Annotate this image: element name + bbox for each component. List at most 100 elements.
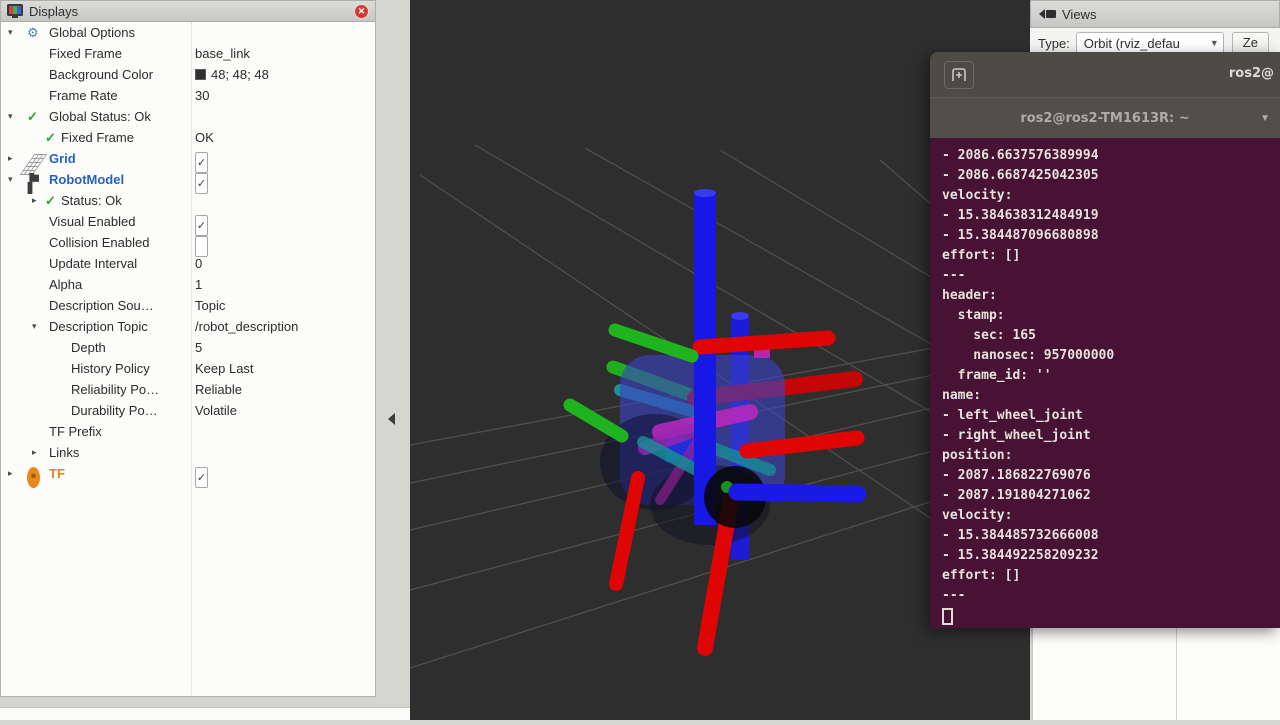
tree-row[interactable]: ▸TF✓ <box>1 463 375 484</box>
terminal-line: - 2086.6637576389994 <box>942 146 1280 166</box>
property-value[interactable]: OK <box>195 127 214 148</box>
tree-row[interactable]: ▾Description Topic/robot_description <box>1 316 375 337</box>
tree-row[interactable]: ▾ ✓ Global Status: Ok <box>1 106 375 127</box>
displays-tree: ▾⚙Global OptionsFixed Framebase_linkBack… <box>0 22 376 697</box>
views-panel-title: Views <box>1062 7 1096 22</box>
terminal-line: effort: [] <box>942 246 1280 266</box>
expand-arrow-icon[interactable]: ▾ <box>8 169 13 190</box>
property-value[interactable]: Reliable <box>195 379 242 400</box>
terminal-window[interactable]: ros2@ ros2@ros2-TM1613R: ~ ▼ - 2086.6637… <box>930 52 1280 628</box>
property-label: Global Status: Ok <box>49 106 151 127</box>
close-icon[interactable]: ✕ <box>354 4 369 19</box>
terminal-line: - 15.384485732666008 <box>942 526 1280 546</box>
panel-collapse-arrow-icon[interactable] <box>388 413 395 425</box>
terminal-line: sec: 165 <box>942 326 1280 346</box>
view-type-dropdown[interactable]: Orbit (rviz_defau ▼ <box>1076 32 1224 54</box>
property-value[interactable]: 5 <box>195 337 202 358</box>
views-list-divider <box>1176 628 1177 720</box>
terminal-cursor <box>942 608 953 625</box>
property-label: Global Options <box>49 22 135 43</box>
tree-row[interactable]: Collision Enabled <box>1 232 375 253</box>
check-icon: ✓ <box>27 106 38 127</box>
new-tab-icon <box>951 68 967 82</box>
property-value[interactable]: Keep Last <box>195 358 254 379</box>
terminal-line: - right_wheel_joint <box>942 426 1280 446</box>
new-tab-button[interactable] <box>944 61 974 89</box>
views-saved-list[interactable] <box>1032 628 1280 720</box>
terminal-line: - 2087.186822769076 <box>942 466 1280 486</box>
terminal-output: - 2086.6637576389994- 2086.6687425042305… <box>942 146 1280 606</box>
terminal-screen[interactable]: - 2086.6637576389994- 2086.6687425042305… <box>930 138 1280 628</box>
tf-icon <box>27 467 40 488</box>
property-label: Visual Enabled <box>49 211 136 232</box>
expand-arrow-icon[interactable]: ▸ <box>8 148 13 169</box>
tree-row[interactable]: Background Color48; 48; 48 <box>1 64 375 85</box>
tree-row[interactable]: Update Interval 0 <box>1 253 375 274</box>
expand-arrow-icon[interactable]: ▾ <box>8 106 13 127</box>
tree-row[interactable]: Visual Enabled✓ <box>1 211 375 232</box>
bottom-panel-edge <box>0 707 410 720</box>
tree-row[interactable]: TF Prefix <box>1 421 375 442</box>
tree-row[interactable]: ▾ ⚙ Global Options <box>1 22 375 43</box>
expand-arrow-icon[interactable]: ▾ <box>8 22 13 43</box>
tree-row[interactable]: ▸✓Status: Ok <box>1 190 375 211</box>
view-type-value: Orbit (rviz_defau <box>1084 36 1180 51</box>
terminal-line: --- <box>942 266 1280 286</box>
property-label: Fixed Frame <box>49 43 122 64</box>
terminal-line: frame_id: '' <box>942 366 1280 386</box>
views-panel-header[interactable]: Views <box>1030 0 1280 28</box>
robot-model <box>570 189 858 648</box>
terminal-line: velocity: <box>942 506 1280 526</box>
terminal-line: name: <box>942 386 1280 406</box>
expand-arrow-icon[interactable]: ▸ <box>8 463 13 484</box>
property-label: RobotModel <box>49 169 124 190</box>
terminal-line: position: <box>942 446 1280 466</box>
property-value[interactable]: /robot_description <box>195 316 298 337</box>
property-value[interactable]: 30 <box>195 85 209 106</box>
zero-button[interactable]: Ze <box>1232 32 1269 54</box>
terminal-line: - 15.384492258209232 <box>942 546 1280 566</box>
property-value[interactable]: base_link <box>195 43 250 64</box>
check-icon: ✓ <box>45 127 56 148</box>
gear-icon: ⚙ <box>27 22 39 43</box>
expand-arrow-icon[interactable]: ▸ <box>32 442 37 463</box>
tree-row[interactable]: ✓Fixed Frame OK <box>1 127 375 148</box>
property-value[interactable]: 0 <box>195 253 202 274</box>
view-type-label: Type: <box>1038 36 1070 51</box>
displays-panel-header[interactable]: Displays ✕ <box>0 0 376 22</box>
property-label: Collision Enabled <box>49 232 149 253</box>
tab-chevron-down-icon[interactable]: ▼ <box>1260 98 1270 139</box>
property-label: Update Interval <box>49 253 137 274</box>
tree-row[interactable]: Alpha1 <box>1 274 375 295</box>
tree-row[interactable]: ▸Grid✓ <box>1 148 375 169</box>
tree-row[interactable]: ▸Links <box>1 442 375 463</box>
terminal-line: - 2087.191804271062 <box>942 486 1280 506</box>
property-value[interactable]: 48; 48; 48 <box>195 64 269 85</box>
terminal-window-title: ros2@ <box>1229 66 1274 81</box>
property-label: Fixed Frame <box>61 127 134 148</box>
property-label: Frame Rate <box>49 85 118 106</box>
property-value[interactable]: Topic <box>195 295 225 316</box>
color-swatch <box>195 69 206 80</box>
property-value[interactable]: Volatile <box>195 400 237 421</box>
tree-row[interactable]: History PolicyKeep Last <box>1 358 375 379</box>
terminal-line: - 15.384487096680898 <box>942 226 1280 246</box>
tree-row[interactable]: Durability Po…Volatile <box>1 400 375 421</box>
property-label: Reliability Po… <box>71 379 159 400</box>
property-checkbox[interactable]: ✓ <box>195 467 208 488</box>
property-label: TF <box>49 463 65 484</box>
expand-arrow-icon[interactable]: ▸ <box>32 190 37 211</box>
tree-row[interactable]: ▾RobotModel✓ <box>1 169 375 190</box>
tree-row[interactable]: Fixed Frame base_link <box>1 43 375 64</box>
property-value[interactable]: 1 <box>195 274 202 295</box>
tree-row[interactable]: Frame Rate 30 <box>1 85 375 106</box>
terminal-tab-title[interactable]: ros2@ros2-TM1613R: ~ <box>1020 111 1189 126</box>
terminal-line: effort: [] <box>942 566 1280 586</box>
tree-row[interactable]: Reliability Po… Reliable <box>1 379 375 400</box>
terminal-line: --- <box>942 586 1280 606</box>
terminal-titlebar[interactable]: ros2@ <box>930 52 1280 97</box>
expand-arrow-icon[interactable]: ▾ <box>32 316 37 337</box>
tree-row[interactable]: Depth5 <box>1 337 375 358</box>
tree-row[interactable]: Description Sou…Topic <box>1 295 375 316</box>
terminal-tab-bar[interactable]: ros2@ros2-TM1613R: ~ ▼ <box>930 97 1280 138</box>
